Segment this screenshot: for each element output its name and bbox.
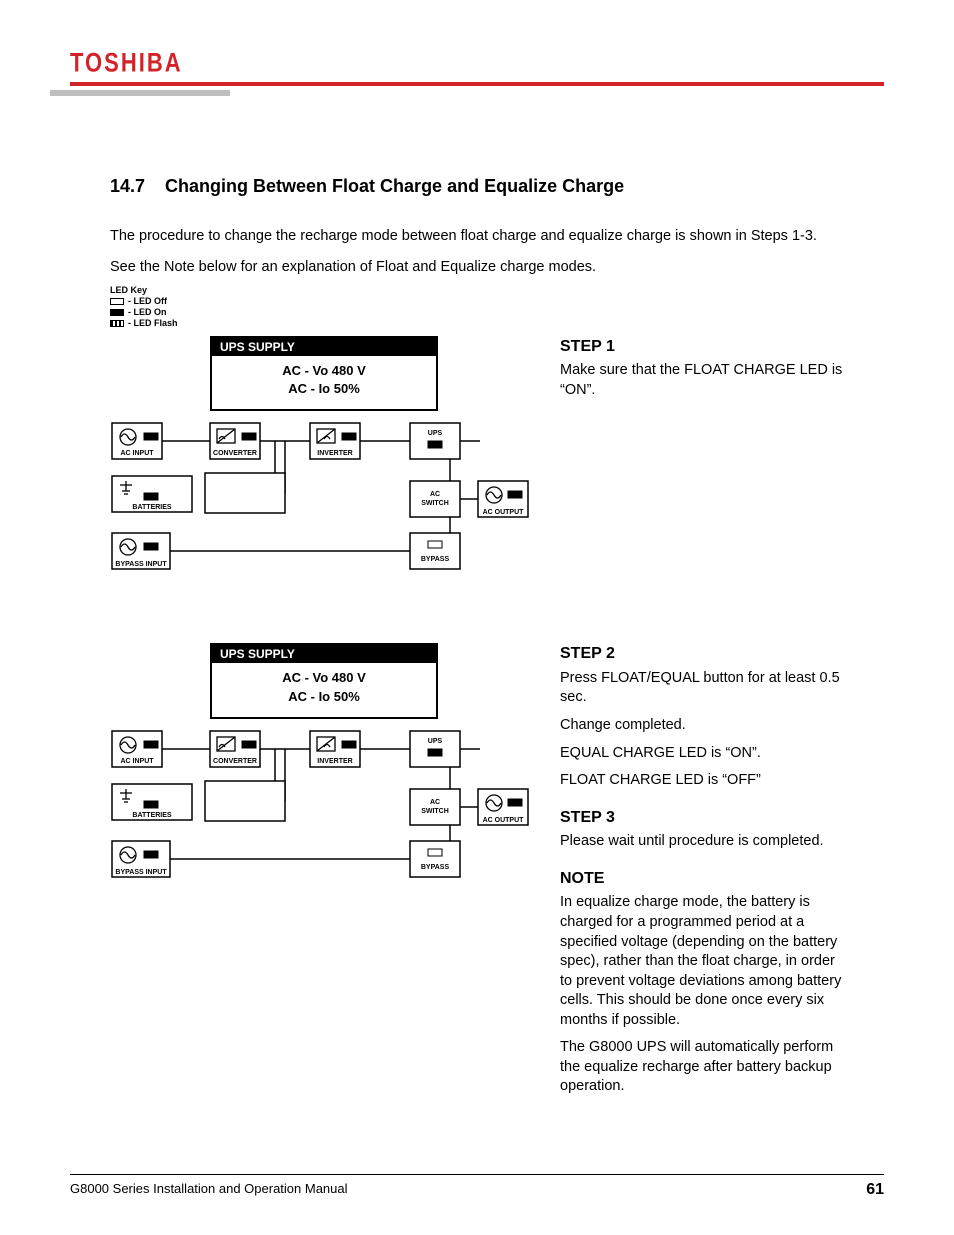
led-off-label: - LED Off xyxy=(128,296,167,306)
lcd-line1: AC - Vo 480 V xyxy=(212,669,436,688)
diagram-step2: UPS SUPPLY AC - Vo 480 V AC - Io 50% xyxy=(110,643,530,901)
svg-text:SWITCH: SWITCH xyxy=(421,500,449,507)
step2-line4: FLOAT CHARGE LED is “OFF” xyxy=(560,771,844,791)
led-key-title: LED Key xyxy=(110,285,844,296)
step2-line2: Change completed. xyxy=(560,716,844,736)
footer-manual-title: G8000 Series Installation and Operation … xyxy=(70,1181,348,1199)
footer-page-number: 61 xyxy=(866,1181,884,1199)
led-off-icon xyxy=(110,298,124,305)
svg-text:SWITCH: SWITCH xyxy=(421,808,449,815)
section-number: 14.7 xyxy=(110,176,145,196)
ups-flow-svg: AC INPUT CONVERTER I xyxy=(110,411,530,591)
svg-text:BATTERIES: BATTERIES xyxy=(132,504,171,511)
section-heading: 14.7 Changing Between Float Charge and Eq… xyxy=(110,176,844,197)
note-paragraph-1: In equalize charge mode, the battery is … xyxy=(560,893,844,1030)
lcd-panel: UPS SUPPLY AC - Vo 480 V AC - Io 50% xyxy=(210,643,438,719)
svg-text:CONVERTER: CONVERTER xyxy=(213,758,257,765)
svg-text:AC: AC xyxy=(430,491,440,498)
see-note-line: See the Note below for an explanation of… xyxy=(110,259,844,275)
step3-body: Please wait until procedure is completed… xyxy=(560,832,844,852)
step1-body: Make sure that the FLOAT CHARGE LED is “… xyxy=(560,361,844,400)
svg-text:CONVERTER: CONVERTER xyxy=(213,450,257,457)
svg-text:BYPASS INPUT: BYPASS INPUT xyxy=(115,561,167,568)
ups-flow-svg: AC INPUT CONVERTER INVERTER xyxy=(110,719,530,899)
led-key-legend: LED Key - LED Off - LED On - LED Flash xyxy=(110,285,844,330)
page-footer: G8000 Series Installation and Operation … xyxy=(70,1174,884,1199)
lcd-line2: AC - Io 50% xyxy=(212,688,436,707)
svg-text:AC OUTPUT: AC OUTPUT xyxy=(483,817,525,824)
lcd-title: UPS SUPPLY xyxy=(212,338,436,356)
svg-text:BYPASS: BYPASS xyxy=(421,864,450,871)
svg-text:UPS: UPS xyxy=(428,430,443,437)
header-rule xyxy=(70,82,884,86)
content-area: 14.7 Changing Between Float Charge and Eq… xyxy=(70,176,884,1105)
intro-paragraph: The procedure to change the recharge mod… xyxy=(110,227,844,247)
svg-text:UPS: UPS xyxy=(428,738,443,745)
diagram-step1: UPS SUPPLY AC - Vo 480 V AC - Io 50% xyxy=(110,336,530,594)
svg-text:INVERTER: INVERTER xyxy=(317,450,352,457)
svg-text:AC: AC xyxy=(430,799,440,806)
svg-text:AC INPUT: AC INPUT xyxy=(120,450,154,457)
svg-text:AC OUTPUT: AC OUTPUT xyxy=(483,509,525,516)
svg-text:INVERTER: INVERTER xyxy=(317,758,352,765)
lcd-line2: AC - Io 50% xyxy=(212,380,436,399)
note-paragraph-2: The G8000 UPS will automatically perform… xyxy=(560,1038,844,1097)
lcd-title: UPS SUPPLY xyxy=(212,645,436,663)
led-flash-label: - LED Flash xyxy=(128,318,178,328)
svg-text:BATTERIES: BATTERIES xyxy=(132,812,171,819)
step2-heading: STEP 2 xyxy=(560,643,844,665)
step2-line1: Press FLOAT/EQUAL button for at least 0.… xyxy=(560,669,844,708)
lcd-panel: UPS SUPPLY AC - Vo 480 V AC - Io 50% xyxy=(210,336,438,412)
step2-line3: EQUAL CHARGE LED is “ON”. xyxy=(560,744,844,764)
section-title-text: Changing Between Float Charge and Equali… xyxy=(165,176,624,196)
led-on-icon xyxy=(110,309,124,316)
brand-logo: TOSHIBA xyxy=(70,47,183,78)
lcd-line1: AC - Vo 480 V xyxy=(212,362,436,381)
svg-text:BYPASS INPUT: BYPASS INPUT xyxy=(115,869,167,876)
note-heading: NOTE xyxy=(560,868,844,890)
step3-heading: STEP 3 xyxy=(560,807,844,829)
svg-text:AC INPUT: AC INPUT xyxy=(120,758,154,765)
led-flash-icon xyxy=(110,320,124,327)
step1-heading: STEP 1 xyxy=(560,336,844,358)
led-on-label: - LED On xyxy=(128,307,167,317)
svg-text:BYPASS: BYPASS xyxy=(421,556,450,563)
page: TOSHIBA 14.7 Changing Between Float Charg… xyxy=(0,0,954,1235)
